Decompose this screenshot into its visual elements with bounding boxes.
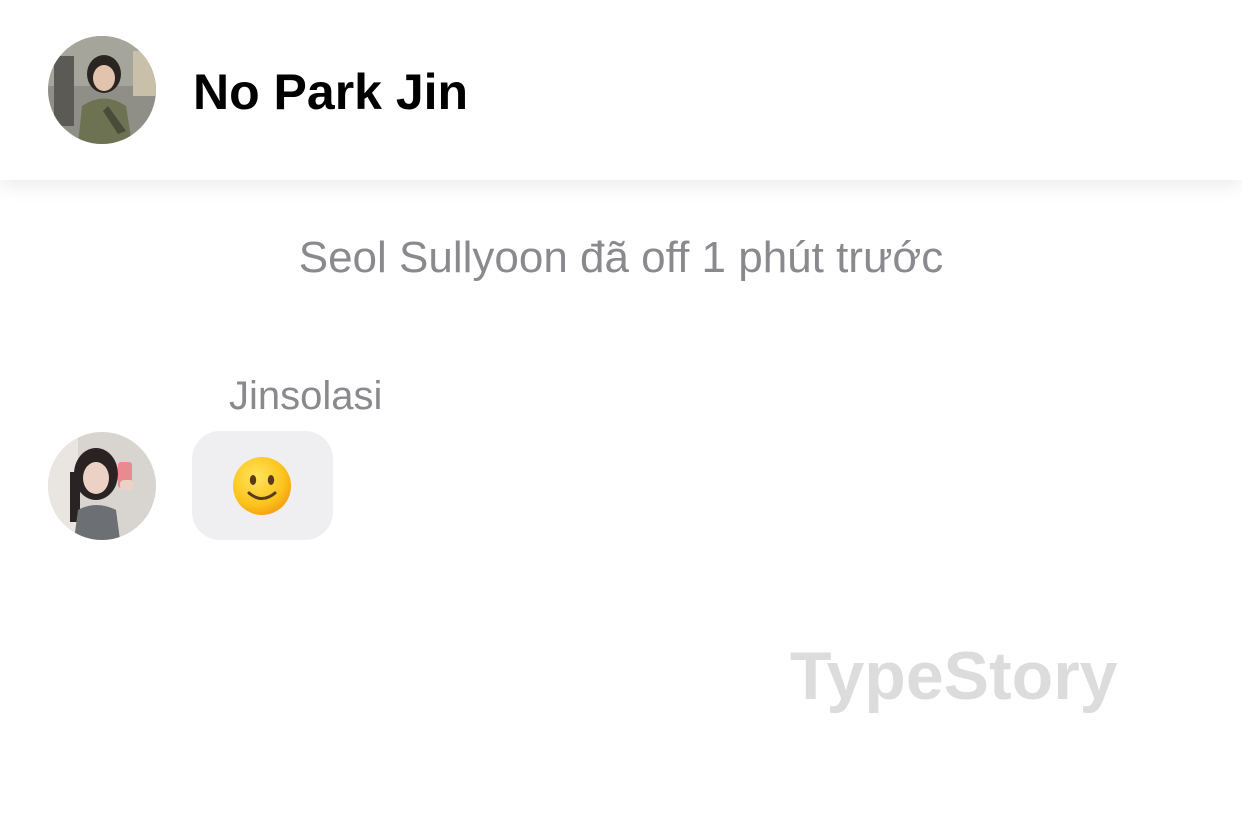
conversation-title: No Park Jin bbox=[193, 64, 469, 120]
sender-avatar[interactable] bbox=[48, 432, 156, 540]
slightly-smiling-face-icon bbox=[232, 456, 292, 516]
group-avatar[interactable] bbox=[48, 36, 156, 144]
watermark-logo: TypeStory bbox=[790, 638, 1118, 714]
last-active-status: Seol Sullyoon đã off 1 phút trước bbox=[298, 233, 944, 282]
avatar-photo-icon bbox=[48, 36, 156, 144]
message-bubble[interactable] bbox=[192, 431, 333, 540]
message-sender-name: Jinsolasi bbox=[229, 374, 383, 418]
chat-header: No Park Jin bbox=[0, 0, 1242, 180]
avatar-photo-icon bbox=[48, 432, 156, 540]
